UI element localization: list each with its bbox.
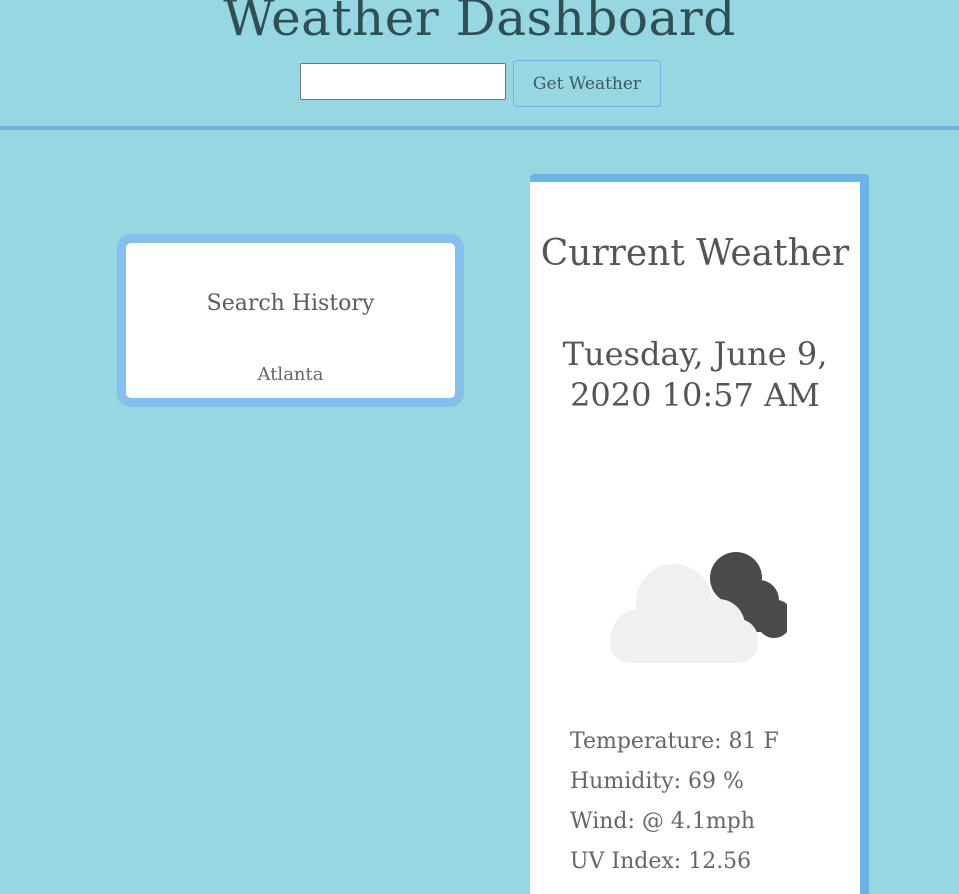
temperature-stat: Temperature: 81 F [570,729,779,754]
humidity-stat: Humidity: 69 % [570,769,744,794]
current-weather-card: Current Weather Tuesday, June 9, 2020 10… [530,174,869,894]
header: Weather Dashboard Get Weather [0,0,959,126]
current-date: Tuesday, June 9, 2020 10:57 AM [562,335,828,414]
header-divider [0,126,959,130]
weather-stats: Temperature: 81 F Humidity: 69 % Wind: @… [570,722,860,882]
get-weather-button[interactable]: Get Weather [513,60,661,107]
app-title: Weather Dashboard [223,0,736,47]
partly-cloudy-icon [610,552,787,663]
city-search-input[interactable] [300,63,506,100]
search-history-title: Search History [206,291,375,316]
history-item-atlanta[interactable]: Atlanta [126,364,455,385]
current-weather-title: Current Weather [540,233,850,274]
search-history-card: Search History Atlanta [117,234,464,407]
uv-index-stat: UV Index: 12.56 [570,849,752,874]
wind-stat: Wind: @ 4.1mph [570,809,756,834]
